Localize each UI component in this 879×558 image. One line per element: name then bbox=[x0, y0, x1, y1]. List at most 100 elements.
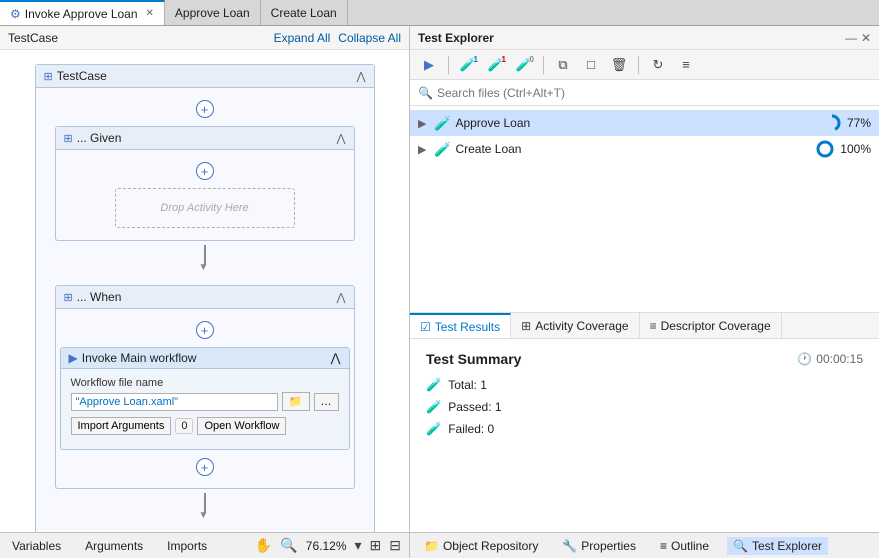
bottom-tab-bar: Variables Arguments Imports ✋ 🔍 76.12% ▾… bbox=[0, 532, 409, 558]
right-panel: Test Explorer — ✕ ▶ 🧪 1 🧪 1 🧪 0 ⧉ bbox=[410, 26, 879, 558]
options-btn[interactable]: … bbox=[314, 393, 339, 411]
invoke-workflow-body: Workflow file name 📁 … bbox=[61, 369, 349, 449]
workflow-file-row: 📁 … bbox=[71, 392, 339, 411]
properties-icon: 🔧 bbox=[562, 539, 577, 553]
test-bottom: ☑ Test Results ⊞ Activity Coverage ≡ Des… bbox=[410, 312, 879, 532]
invoke-collapse-btn[interactable]: ⋀ bbox=[331, 351, 341, 365]
tab-create-loan[interactable]: Create Loan bbox=[261, 0, 348, 25]
test-summary-header: Test Summary 🕐 00:00:15 bbox=[426, 351, 863, 367]
total-icon: 🧪 bbox=[426, 377, 442, 393]
passed-icon: 🧪 bbox=[426, 399, 442, 415]
breadcrumb: TestCase bbox=[8, 31, 58, 45]
given-drop-area: Drop Activity Here bbox=[115, 188, 295, 228]
toolbar-icons: ✋ 🔍 76.12% ▾ ⊞ ⊟ bbox=[255, 537, 401, 554]
check-icon: ☑ bbox=[420, 320, 431, 334]
expand-all-btn[interactable]: Expand All bbox=[274, 31, 331, 45]
close-icon[interactable]: ✕ bbox=[146, 8, 154, 19]
pin-icon[interactable]: — bbox=[845, 31, 857, 45]
expand-icon-create-loan[interactable]: ▶ bbox=[418, 143, 430, 156]
when-icon: ⊞ bbox=[64, 291, 73, 304]
testcase-collapse-btn[interactable]: ⋀ bbox=[356, 70, 365, 83]
zoom-label: 76.12% bbox=[306, 539, 347, 553]
filter-btn[interactable]: ≡ bbox=[675, 54, 697, 76]
tab-descriptor-coverage[interactable]: ≡ Descriptor Coverage bbox=[640, 313, 782, 338]
refresh-btn[interactable]: ↻ bbox=[647, 54, 669, 76]
import-args-btn[interactable]: Import Arguments bbox=[71, 417, 172, 435]
tab-invoke-approve-loan[interactable]: ⚙ Invoke Approve Loan ✕ bbox=[0, 0, 165, 25]
test-explorer-title: Test Explorer bbox=[418, 31, 494, 45]
object-repo-icon: 📁 bbox=[424, 539, 439, 553]
zoom-dropdown-icon[interactable]: ▾ bbox=[355, 537, 362, 554]
test-explorer-status-tab[interactable]: 🔍 Test Explorer bbox=[727, 537, 828, 555]
when-add-btn[interactable]: + bbox=[196, 321, 214, 339]
copy-btn[interactable]: ⧉ bbox=[552, 54, 574, 76]
list-icon-tab: ≡ bbox=[650, 319, 657, 333]
object-repository-tab[interactable]: 📁 Object Repository bbox=[418, 537, 544, 555]
fit-icon[interactable]: ⊞ bbox=[370, 537, 382, 554]
run-btn[interactable]: ▶ bbox=[418, 54, 440, 76]
search-input[interactable] bbox=[437, 86, 871, 100]
test-explorer-status-icon: 🔍 bbox=[733, 539, 748, 553]
passed-stat: 🧪 Passed: 1 bbox=[426, 399, 863, 415]
approve-loan-label: Approve Loan bbox=[455, 116, 819, 130]
arrow-when-then bbox=[204, 493, 206, 513]
variables-tab[interactable]: Variables bbox=[8, 537, 65, 555]
collapse-all-btn[interactable]: Collapse All bbox=[338, 31, 401, 45]
browse-btn[interactable]: 📁 bbox=[282, 392, 310, 411]
unpin-icon[interactable]: ✕ bbox=[861, 31, 871, 45]
given-add-btn[interactable]: + bbox=[196, 162, 214, 180]
import-args-row: Import Arguments 0 Open Workflow bbox=[71, 417, 339, 435]
import-args-badge: 0 bbox=[175, 418, 193, 434]
invoke-workflow-block: ▶ Invoke Main workflow ⋀ Workflow file n… bbox=[60, 347, 350, 450]
when-collapse-btn[interactable]: ⋀ bbox=[336, 291, 345, 304]
tab-activity-coverage[interactable]: ⊞ Activity Coverage bbox=[511, 313, 639, 338]
delete-btn[interactable]: 🗑 bbox=[608, 54, 630, 76]
search-bar: 🔍 bbox=[410, 80, 879, 106]
given-collapse-btn[interactable]: ⋀ bbox=[336, 132, 345, 145]
flask-skip-btn[interactable]: 🧪 0 bbox=[513, 54, 535, 76]
separator-2 bbox=[543, 56, 544, 74]
when-add-btn-bottom[interactable]: + bbox=[196, 458, 214, 476]
tab-icon: ⚙ bbox=[10, 7, 21, 21]
imports-tab[interactable]: Imports bbox=[163, 537, 211, 555]
search-icon-sm: 🔍 bbox=[418, 86, 433, 100]
tab-approve-loan[interactable]: Approve Loan bbox=[165, 0, 261, 25]
testcase-header: ⊞ TestCase ⋀ bbox=[36, 65, 374, 88]
test-tree: ▶ 🧪 Approve Loan 77% ▶ 🧪 Create Loan bbox=[410, 106, 879, 312]
play-icon: ▶ bbox=[69, 351, 78, 365]
main-area: TestCase Expand All Collapse All ⊞ TestC… bbox=[0, 26, 879, 558]
tab-bar: ⚙ Invoke Approve Loan ✕ Approve Loan Cre… bbox=[0, 0, 879, 26]
expand-icon-approve-loan[interactable]: ▶ bbox=[418, 117, 430, 130]
given-header: ⊞ ... Given ⋀ bbox=[56, 127, 354, 150]
status-bar: 📁 Object Repository 🔧 Properties ≡ Outli… bbox=[410, 532, 879, 558]
open-workflow-btn[interactable]: Open Workflow bbox=[197, 417, 286, 435]
tab-test-results[interactable]: ☑ Test Results bbox=[410, 313, 511, 338]
designer-content: ⊞ TestCase ⋀ + ⊞ ... Given bbox=[0, 50, 409, 532]
search-icon[interactable]: 🔍 bbox=[280, 537, 297, 554]
arrow-given-when bbox=[204, 245, 206, 265]
arguments-tab[interactable]: Arguments bbox=[81, 537, 147, 555]
create-loan-label: Create Loan bbox=[455, 142, 812, 156]
flask-fail-btn[interactable]: 🧪 1 bbox=[485, 54, 507, 76]
approve-loan-progress: 77% bbox=[823, 114, 871, 132]
add-btn-top[interactable]: + bbox=[196, 100, 214, 118]
flask-pass-btn[interactable]: 🧪 1 bbox=[457, 54, 479, 76]
create-loan-progress: 100% bbox=[816, 140, 871, 158]
given-block: ⊞ ... Given ⋀ + Drop Activity Here bbox=[55, 126, 355, 241]
outline-tab[interactable]: ≡ Outline bbox=[654, 537, 715, 555]
workflow-file-input[interactable] bbox=[71, 393, 278, 411]
total-stat: 🧪 Total: 1 bbox=[426, 377, 863, 393]
hand-icon[interactable]: ✋ bbox=[255, 537, 272, 554]
properties-tab[interactable]: 🔧 Properties bbox=[556, 537, 642, 555]
test-bottom-content: Test Summary 🕐 00:00:15 🧪 Total: 1 🧪 Pas… bbox=[410, 339, 879, 532]
create-loan-pct: 100% bbox=[840, 142, 871, 156]
test-tree-item-approve-loan[interactable]: ▶ 🧪 Approve Loan 77% bbox=[410, 110, 879, 136]
stop-btn[interactable]: □ bbox=[580, 54, 602, 76]
approve-loan-pct: 77% bbox=[847, 116, 871, 130]
grid-icon[interactable]: ⊟ bbox=[389, 537, 401, 554]
given-icon: ⊞ bbox=[64, 132, 73, 145]
test-tree-item-create-loan[interactable]: ▶ 🧪 Create Loan 100% bbox=[410, 136, 879, 162]
failed-label: Failed: 0 bbox=[448, 422, 494, 436]
clock-icon: 🕐 bbox=[797, 352, 812, 366]
grid-icon-tab: ⊞ bbox=[521, 319, 531, 333]
